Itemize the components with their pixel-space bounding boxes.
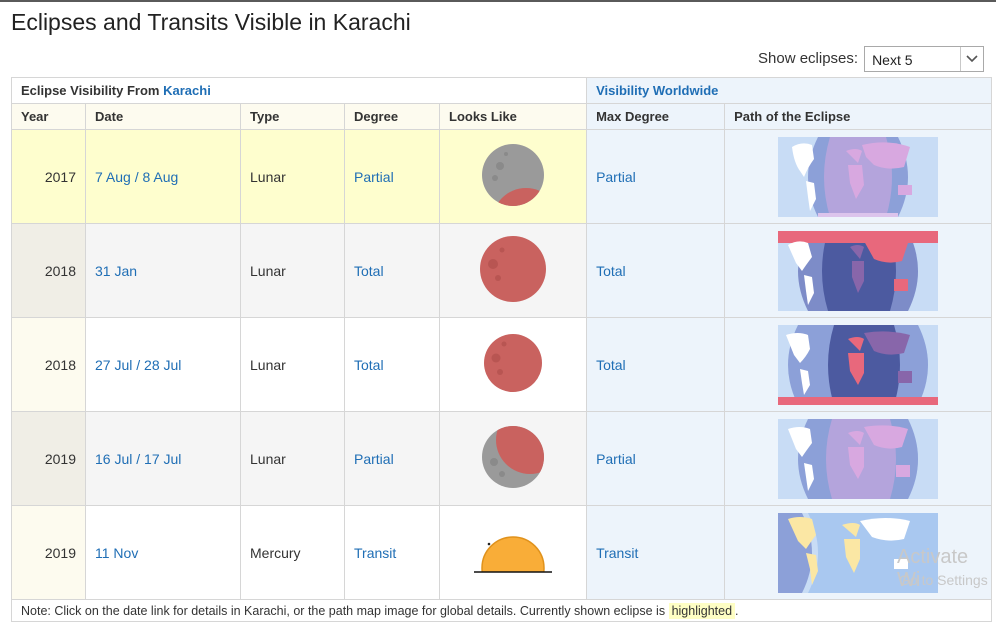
top-border [0, 0, 996, 2]
table-footer: Note: Click on the date link for details… [10, 599, 993, 622]
row-type: Lunar [240, 223, 345, 318]
row-max-degree-link[interactable]: Total [596, 357, 626, 373]
world-path-map [778, 418, 939, 499]
row-date-link[interactable]: 7 Aug / 8 Aug [95, 169, 178, 185]
partial-moon-icon [482, 426, 545, 488]
table-group-header: Eclipse Visibility From Karachi Visibili… [10, 77, 993, 104]
eclipse-appearance [438, 411, 588, 506]
row-type: Lunar [240, 129, 345, 224]
row-type: Lunar [240, 411, 345, 506]
row-year: 2018 [11, 317, 86, 412]
local-heading-text: Eclipse Visibility From [21, 83, 160, 98]
note-end: . [735, 603, 739, 618]
row-year: 2018 [11, 223, 86, 318]
partial-moon-icon [482, 144, 545, 206]
eclipse-appearance [438, 223, 588, 318]
table-row: 2019 11 Nov Mercury Transit Transit [11, 505, 993, 600]
col-path: Path of the Eclipse [724, 103, 993, 130]
eclipse-appearance [438, 129, 588, 224]
row-max-degree-link[interactable]: Total [596, 263, 626, 279]
note-text: Note: Click on the date link for details… [21, 603, 666, 618]
world-path-map [778, 230, 939, 311]
row-date-link[interactable]: 31 Jan [95, 263, 137, 279]
row-degree-link[interactable]: Total [354, 263, 384, 279]
local-city-link[interactable]: Karachi [163, 83, 211, 98]
table-row: 2018 27 Jul / 28 Jul Lunar Total Total [11, 317, 993, 412]
row-year: 2019 [11, 505, 86, 600]
table-row: 2019 16 Jul / 17 Jul Lunar Partial Parti… [11, 411, 993, 506]
row-year: 2019 [11, 411, 86, 506]
col-date: Date [85, 103, 241, 130]
row-max-degree-link[interactable]: Partial [596, 451, 636, 467]
note-cell: Note: Click on the date link for details… [10, 599, 993, 622]
activate-windows-subtext: Go to Settings [899, 572, 988, 588]
eclipse-appearance [438, 505, 588, 600]
row-degree-link[interactable]: Transit [354, 545, 396, 561]
row-degree-link[interactable]: Partial [354, 169, 394, 185]
path-map-link[interactable] [724, 129, 993, 224]
eclipse-table: Eclipse Visibility From Karachi Visibili… [10, 77, 993, 622]
col-max-degree: Max Degree [586, 103, 726, 130]
note-highlight-sample: highlighted [668, 602, 736, 619]
total-moon-icon [480, 236, 547, 302]
eclipse-appearance [438, 317, 588, 412]
worldwide-visibility-heading: Visibility Worldwide [586, 77, 993, 104]
local-visibility-heading: Eclipse Visibility From Karachi [10, 77, 588, 104]
row-max-degree-link[interactable]: Partial [596, 169, 636, 185]
col-year: Year [11, 103, 86, 130]
col-type: Type [240, 103, 345, 130]
row-date-link[interactable]: 16 Jul / 17 Jul [95, 451, 181, 467]
table-row: 2018 31 Jan Lunar Total Total [11, 223, 993, 318]
table-row: 2017 7 Aug / 8 Aug Lunar Partial Partial [11, 129, 993, 224]
show-eclipses-select[interactable]: Next 5 [864, 45, 985, 72]
sun-transit-icon [474, 536, 553, 573]
path-map-link[interactable] [724, 223, 993, 318]
page-title: Eclipses and Transits Visible in Karachi [11, 9, 411, 35]
chevron-down-icon[interactable] [960, 46, 983, 71]
show-eclipses-label: Show eclipses: [758, 50, 859, 67]
table-column-header: Year Date Type Degree Looks Like Max Deg… [11, 103, 993, 130]
row-year: 2017 [11, 129, 86, 224]
path-map-link[interactable] [724, 317, 993, 412]
row-date-link[interactable]: 11 Nov [95, 545, 138, 561]
col-degree: Degree [344, 103, 440, 130]
world-path-map [778, 136, 939, 217]
world-path-map [778, 324, 939, 405]
total-moon-icon [484, 334, 543, 392]
row-date-link[interactable]: 27 Jul / 28 Jul [95, 357, 181, 373]
col-looks-like: Looks Like [438, 103, 588, 130]
row-type: Lunar [240, 317, 345, 412]
row-degree-link[interactable]: Partial [354, 451, 394, 467]
show-eclipses-value: Next 5 [872, 51, 913, 68]
show-eclipses-control: Show eclipses: Next 5 [758, 45, 985, 72]
row-max-degree-link[interactable]: Transit [596, 545, 638, 561]
path-map-link[interactable] [724, 411, 993, 506]
row-degree-link[interactable]: Total [354, 357, 384, 373]
row-type: Mercury [240, 505, 345, 600]
